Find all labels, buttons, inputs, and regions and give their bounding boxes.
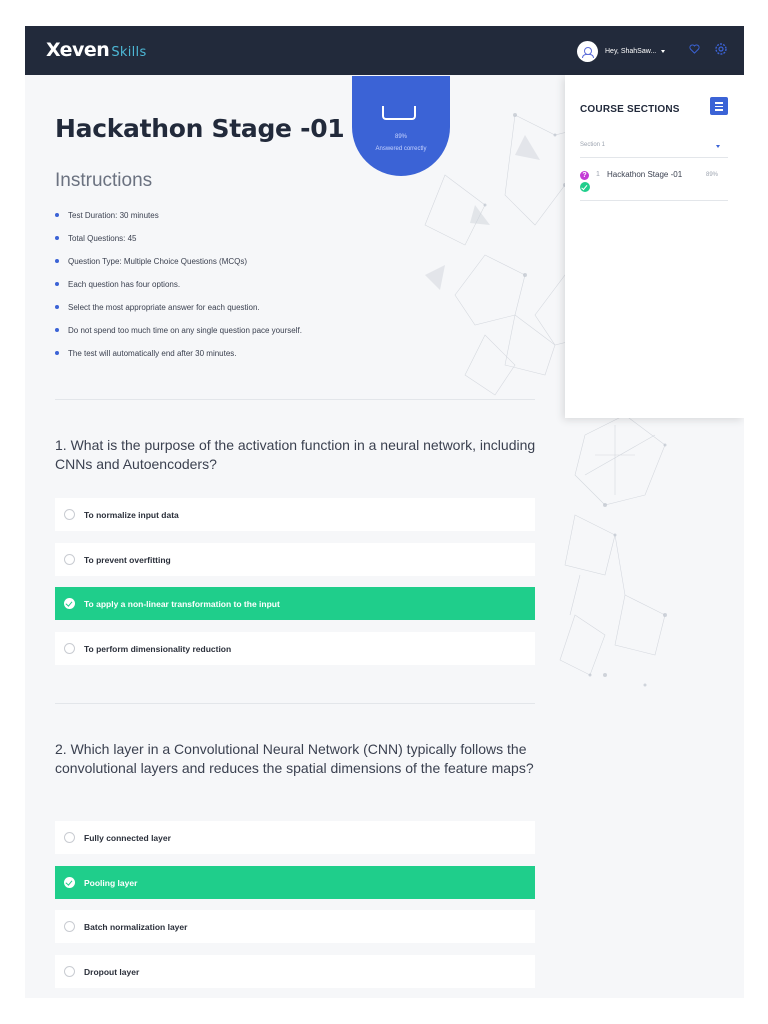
score-badge: 89% Answered correctly [352,76,450,176]
radio-icon [64,554,75,565]
option-label: To normalize input data [84,509,179,520]
chevron-down-icon [716,145,720,148]
sidebar-item-number: 1 [596,171,600,178]
sidebar-item-hackathon-stage-01[interactable]: ? 1 Hackathon Stage -01 89% [580,168,728,201]
check-circle-icon [580,182,590,192]
instruction-item: Do not spend too much time on any single… [55,325,302,348]
chevron-down-icon [661,49,666,53]
instruction-item: The test will automatically end after 30… [55,348,302,371]
question-2-text: 2. Which layer in a Convolutional Neural… [55,741,534,776]
sidebar-title: COURSE SECTIONS [580,104,680,115]
instruction-item: Test Duration: 30 minutes [55,210,302,233]
sidebar-item-label: Hackathon Stage -01 [607,170,683,179]
option-label: Fully connected layer [84,832,171,843]
option-label: Dropout layer [84,966,140,977]
question-1-option-2[interactable]: To prevent overfitting [55,543,535,576]
heart-icon[interactable] [689,44,700,54]
instruction-item: Total Questions: 45 [55,233,302,256]
xeven-skills-logo[interactable]: Xeven Skills [46,39,147,61]
radio-icon [64,966,75,977]
user-greeting: Hey, ShahSaw... [605,47,657,55]
section-select-value: Section 1 [580,142,606,148]
question-2-option-1[interactable]: Fully connected layer [55,821,535,854]
check-circle-icon [64,598,75,609]
option-label: To perform dimensionality reduction [84,643,232,654]
check-circle-icon [64,877,75,888]
page-title: Hackathon Stage -01 [55,114,345,143]
gear-icon[interactable] [714,42,728,56]
option-label: Pooling layer [84,877,138,888]
instruction-item: Select the most appropriate answer for e… [55,302,302,325]
question-1-option-3-selected[interactable]: To apply a non-linear transformation to … [55,587,535,620]
top-navigation-bar: Xeven Skills Hey, ShahSaw... [25,26,744,75]
question-1-option-1[interactable]: To normalize input data [55,498,535,531]
instructions-list: Test Duration: 30 minutes Total Question… [55,210,302,371]
radio-icon [64,643,75,654]
option-label: To prevent overfitting [84,554,171,565]
question-2-option-4[interactable]: Dropout layer [55,955,535,988]
list-icon[interactable] [710,97,728,115]
user-menu[interactable]: Hey, ShahSaw... [577,40,666,62]
question-1-option-4[interactable]: To perform dimensionality reduction [55,632,535,665]
section-divider [55,703,535,704]
section-divider [55,399,535,400]
question-mark-icon: ? [580,171,589,180]
instruction-item: Question Type: Multiple Choice Questions… [55,256,302,279]
score-caption: Answered correctly [375,146,427,152]
monitor-icon [382,106,416,120]
user-avatar-icon [577,40,598,62]
score-percent: 89% [394,134,407,140]
section-select[interactable]: Section 1 [580,138,728,158]
logo-text-skills: Skills [111,45,147,60]
logo-text-xeven: Xeven [46,39,110,61]
option-label: To apply a non-linear transformation to … [84,598,280,609]
question-2-option-3[interactable]: Batch normalization layer [55,910,535,943]
question-1-text: 1. What is the purpose of the activation… [55,437,536,472]
instructions-heading: Instructions [55,170,153,191]
radio-icon [64,921,75,932]
radio-icon [64,509,75,520]
option-label: Batch normalization layer [84,921,188,932]
instruction-item: Each question has four options. [55,279,302,302]
sidebar-item-percent: 89% [706,172,719,178]
radio-icon [64,832,75,843]
course-sections-panel: COURSE SECTIONS Section 1 ? 1 Hackathon … [565,75,744,418]
app-frame: Xeven Skills Hey, ShahSaw... 89% Answere… [25,26,744,998]
question-2-option-2-selected[interactable]: Pooling layer [55,866,535,899]
